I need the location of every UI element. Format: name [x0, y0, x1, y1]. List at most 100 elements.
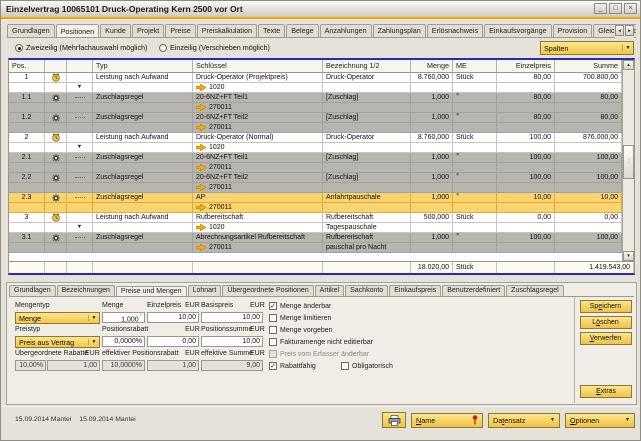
- table-row-pos-1.1[interactable]: 1.1 Zuschlagsregel 20-6NZ+FT Teil1 [Zuschla…: [9, 93, 622, 103]
- column-header-typ[interactable]: Typ: [93, 60, 193, 72]
- checkbox-obligatorisch[interactable]: Obligatorisch: [341, 362, 393, 370]
- table-row-pos-1[interactable]: 1 Leistung nach Aufwand Druck-Operator (Pr…: [9, 73, 622, 83]
- checkbox-rabattfaehig[interactable]: ✓ Rabattfähig: [269, 362, 316, 370]
- vertical-scrollbar[interactable]: ▲ ⋮ ▼: [622, 60, 634, 261]
- collapse-arrow-icon[interactable]: ▼: [77, 223, 82, 232]
- link-arrow-icon[interactable]: [196, 224, 206, 231]
- checkbox-menge-aenderbar[interactable]: ✓ Menge änderbar: [269, 302, 331, 310]
- scrollbar-thumb[interactable]: ⋮: [623, 145, 634, 179]
- basispreis-field[interactable]: 10,00: [201, 312, 263, 323]
- tab-preise[interactable]: Preise: [165, 24, 196, 37]
- table-row-pos-2.3[interactable]: 2.3 Zuschlagsregel AP Anfahrtpauschale 1,000…: [9, 193, 622, 203]
- checkbox-fakturamenge-nicht-editierbar[interactable]: Fakturamenge nicht editierbar: [269, 338, 373, 346]
- scroll-down-icon[interactable]: ▼: [623, 251, 634, 261]
- tab-positionen[interactable]: Positionen: [55, 24, 100, 37]
- tab-einkaufsvorgänge[interactable]: Einkaufsvorgänge: [484, 24, 552, 37]
- collapse-arrow-icon[interactable]: ▼: [77, 143, 82, 152]
- tab-belege[interactable]: Belege: [286, 24, 319, 37]
- tab-preise-und-mengen[interactable]: Preise und Mengen: [115, 286, 187, 296]
- print-button[interactable]: [382, 412, 406, 428]
- menge-field[interactable]: 1,000*: [102, 312, 145, 323]
- table-subrow[interactable]: 270011: [9, 123, 622, 133]
- tab-einkaufspreis[interactable]: Einkaufspreis: [389, 285, 442, 296]
- table-subrow[interactable]: 270011: [9, 163, 622, 173]
- datensatz-button[interactable]: Datensatz ▼: [488, 412, 560, 428]
- column-header-pos-[interactable]: Pos.: [9, 60, 45, 72]
- tab-anzahlungen[interactable]: Anzahlungen: [319, 24, 372, 37]
- tab-grundlagen[interactable]: Grundlagen: [7, 24, 55, 37]
- preistyp-dropdown[interactable]: Preis aus Vertrag ▼: [15, 336, 100, 348]
- tab-zahlungsplan[interactable]: Zahlungsplan: [372, 24, 426, 37]
- link-arrow-icon[interactable]: [196, 164, 206, 171]
- table-subrow[interactable]: 270011: [9, 183, 622, 193]
- tab-kunde[interactable]: Kunde: [100, 24, 131, 37]
- tab-artikel[interactable]: Artikel: [314, 285, 345, 296]
- close-icon[interactable]: ×: [624, 3, 637, 14]
- collapse-arrow-icon[interactable]: ▼: [77, 83, 82, 92]
- spalten-dropdown[interactable]: Spalten ▼: [540, 41, 634, 55]
- radio-one-line[interactable]: Einzeilig (Verschieben möglich): [159, 43, 270, 52]
- mengentyp-dropdown[interactable]: Menge ▼: [15, 312, 100, 324]
- positionssumme-field[interactable]: 10,00: [201, 336, 263, 347]
- tab-grundlagen[interactable]: Grundlagen: [9, 285, 56, 296]
- einzelpreis-field[interactable]: 10,00: [147, 312, 199, 323]
- name-button[interactable]: Name: [411, 412, 483, 428]
- column-header-schlüssel[interactable]: Schlüssel: [193, 60, 323, 72]
- column-header[interactable]: [67, 60, 93, 72]
- table-header-row[interactable]: Pos. Typ Schlüssel Bezeichnung 1/2 Menge ME Ei…: [9, 60, 622, 73]
- checkbox-menge-vorgeben[interactable]: Menge vorgeben: [269, 326, 333, 334]
- column-header-me[interactable]: ME: [453, 60, 497, 72]
- column-header-menge[interactable]: Menge: [411, 60, 453, 72]
- table-row-pos-1.2[interactable]: 1.2 Zuschlagsregel 20-6NZ+FT Teil2 [Zuschla…: [9, 113, 622, 123]
- scroll-up-icon[interactable]: ▲: [623, 60, 634, 70]
- radio-two-line[interactable]: Zweizeilig (Mehrfachauswahl möglich): [15, 43, 147, 52]
- checkbox-preis-vom-erfasser-aenderbar[interactable]: Preis vom Erfasser änderbar: [269, 350, 369, 358]
- link-arrow-icon[interactable]: [196, 244, 206, 251]
- checkbox-menge-limitieren[interactable]: Menge limitieren: [269, 314, 331, 322]
- optionen-button[interactable]: Optionen ▼: [565, 412, 635, 428]
- tab-projekt[interactable]: Projekt: [131, 24, 165, 37]
- link-arrow-icon[interactable]: [196, 124, 206, 131]
- extras-button[interactable]: Extras: [580, 385, 632, 398]
- tab-übergeordnete-positionen[interactable]: Übergeordnete Positionen: [222, 285, 314, 296]
- tab-texte[interactable]: Texte: [258, 24, 286, 37]
- tab-benutzerdefiniert[interactable]: Benutzerdefiniert: [442, 285, 506, 296]
- tab-scroll-right-icon[interactable]: ►: [625, 25, 634, 36]
- link-arrow-icon[interactable]: [196, 144, 206, 151]
- table-row-pos-2.1[interactable]: 2.1 Zuschlagsregel 20-6NZ+FT Teil1 [Zuschla…: [9, 153, 622, 163]
- table-subrow[interactable]: ▼ 1020: [9, 83, 622, 93]
- title-bar[interactable]: Einzelvertrag 10065101 Druck-Operating K…: [1, 1, 640, 17]
- table-row-pos-2.2[interactable]: 2.2 Zuschlagsregel 20-6NZ+FT Teil2 [Zuschla…: [9, 173, 622, 183]
- table-subrow[interactable]: ▼ 1020 Tagespauschale: [9, 223, 622, 233]
- table-subrow[interactable]: 270011 pauschal pro Nacht: [9, 243, 622, 253]
- positionsrabatt-eur-field[interactable]: 0,00: [147, 336, 199, 347]
- tab-lohnart[interactable]: Lohnart: [187, 285, 222, 296]
- delete-button[interactable]: Löschen: [579, 316, 632, 329]
- tab-sachkonto[interactable]: Sachkonto: [345, 285, 389, 296]
- table-row-pos-3.1[interactable]: 3.1 Zuschlagsregel Abrechnungsartikel Rufb…: [9, 233, 622, 243]
- column-header[interactable]: [45, 60, 67, 72]
- link-arrow-icon[interactable]: [196, 204, 206, 211]
- link-arrow-icon[interactable]: [196, 84, 206, 91]
- column-header-summe[interactable]: Summe: [555, 60, 622, 72]
- link-arrow-icon[interactable]: [196, 184, 206, 191]
- minimize-icon[interactable]: _: [594, 3, 607, 14]
- column-header-einzelpreis[interactable]: Einzelpreis: [497, 60, 555, 72]
- table-subrow[interactable]: ▼ 1020: [9, 143, 622, 153]
- tab-provision[interactable]: Provision: [552, 24, 593, 37]
- column-header-bezeichnung-1-2[interactable]: Bezeichnung 1/2: [323, 60, 411, 72]
- tab-erlösnachweis[interactable]: Erlösnachweis: [426, 24, 484, 37]
- table-row-pos-2[interactable]: 2 Leistung nach Aufwand Druck-Operator (No…: [9, 133, 622, 143]
- save-button[interactable]: Speichern: [579, 300, 632, 313]
- table-subrow[interactable]: 270011: [9, 203, 622, 213]
- positionsrabatt-field[interactable]: 0,0000%: [102, 336, 145, 347]
- table-row-pos-3[interactable]: 3 Leistung nach Aufwand Rufbereitschaft Ruf…: [9, 213, 622, 223]
- link-arrow-icon[interactable]: [196, 104, 206, 111]
- tab-bezeichnungen[interactable]: Bezeichnungen: [56, 285, 115, 296]
- discard-button[interactable]: Verwerfen: [579, 332, 632, 345]
- tab-preiskalkulation[interactable]: Preiskalkulation: [196, 24, 258, 37]
- maximize-icon[interactable]: □: [609, 3, 622, 14]
- table-subrow[interactable]: 270011: [9, 103, 622, 113]
- tab-zuschlagsregel[interactable]: Zuschlagsregel: [506, 285, 564, 296]
- tab-scroll-left-icon[interactable]: ◄: [615, 25, 624, 36]
